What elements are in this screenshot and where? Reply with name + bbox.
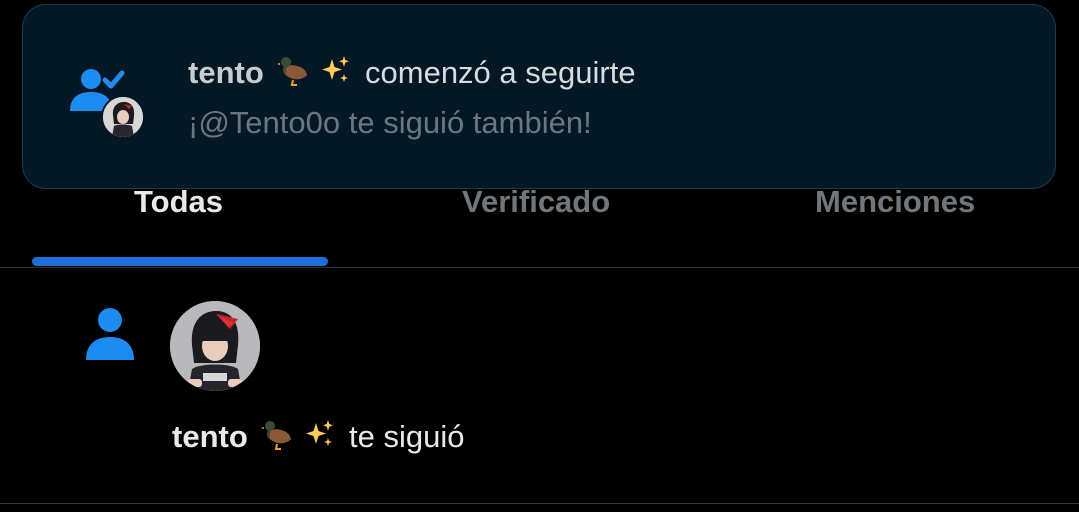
toast-title: tento comenzó a seguirte <box>188 53 636 91</box>
tab-todas[interactable]: Todas <box>134 184 223 220</box>
tabs-divider <box>0 267 1079 268</box>
avatar <box>101 95 145 139</box>
toast-user-name: tento <box>188 55 264 90</box>
duck-icon <box>261 421 292 450</box>
tab-verificado[interactable]: Verificado <box>462 184 610 220</box>
active-tab-indicator <box>32 257 328 266</box>
tab-menciones[interactable]: Menciones <box>815 184 975 220</box>
avatar[interactable] <box>170 301 260 391</box>
person-icon <box>86 308 134 360</box>
notification-divider <box>0 503 1079 504</box>
sparkles-icon <box>306 420 334 446</box>
notification-text: tento te siguió <box>172 417 464 455</box>
avatar-image <box>103 97 143 137</box>
toast-action: comenzó a seguirte <box>365 55 636 90</box>
toast-subtitle: ¡@Tento0o te siguió también! <box>188 105 592 140</box>
notification-user-name[interactable]: tento <box>172 419 248 454</box>
avatar-image <box>170 301 260 391</box>
follow-toast[interactable]: tento comenzó a seguirte ¡@Tento0o te si… <box>22 4 1056 189</box>
notification-action: te siguió <box>349 419 465 454</box>
sparkles-icon <box>322 56 350 82</box>
duck-icon <box>277 57 308 86</box>
